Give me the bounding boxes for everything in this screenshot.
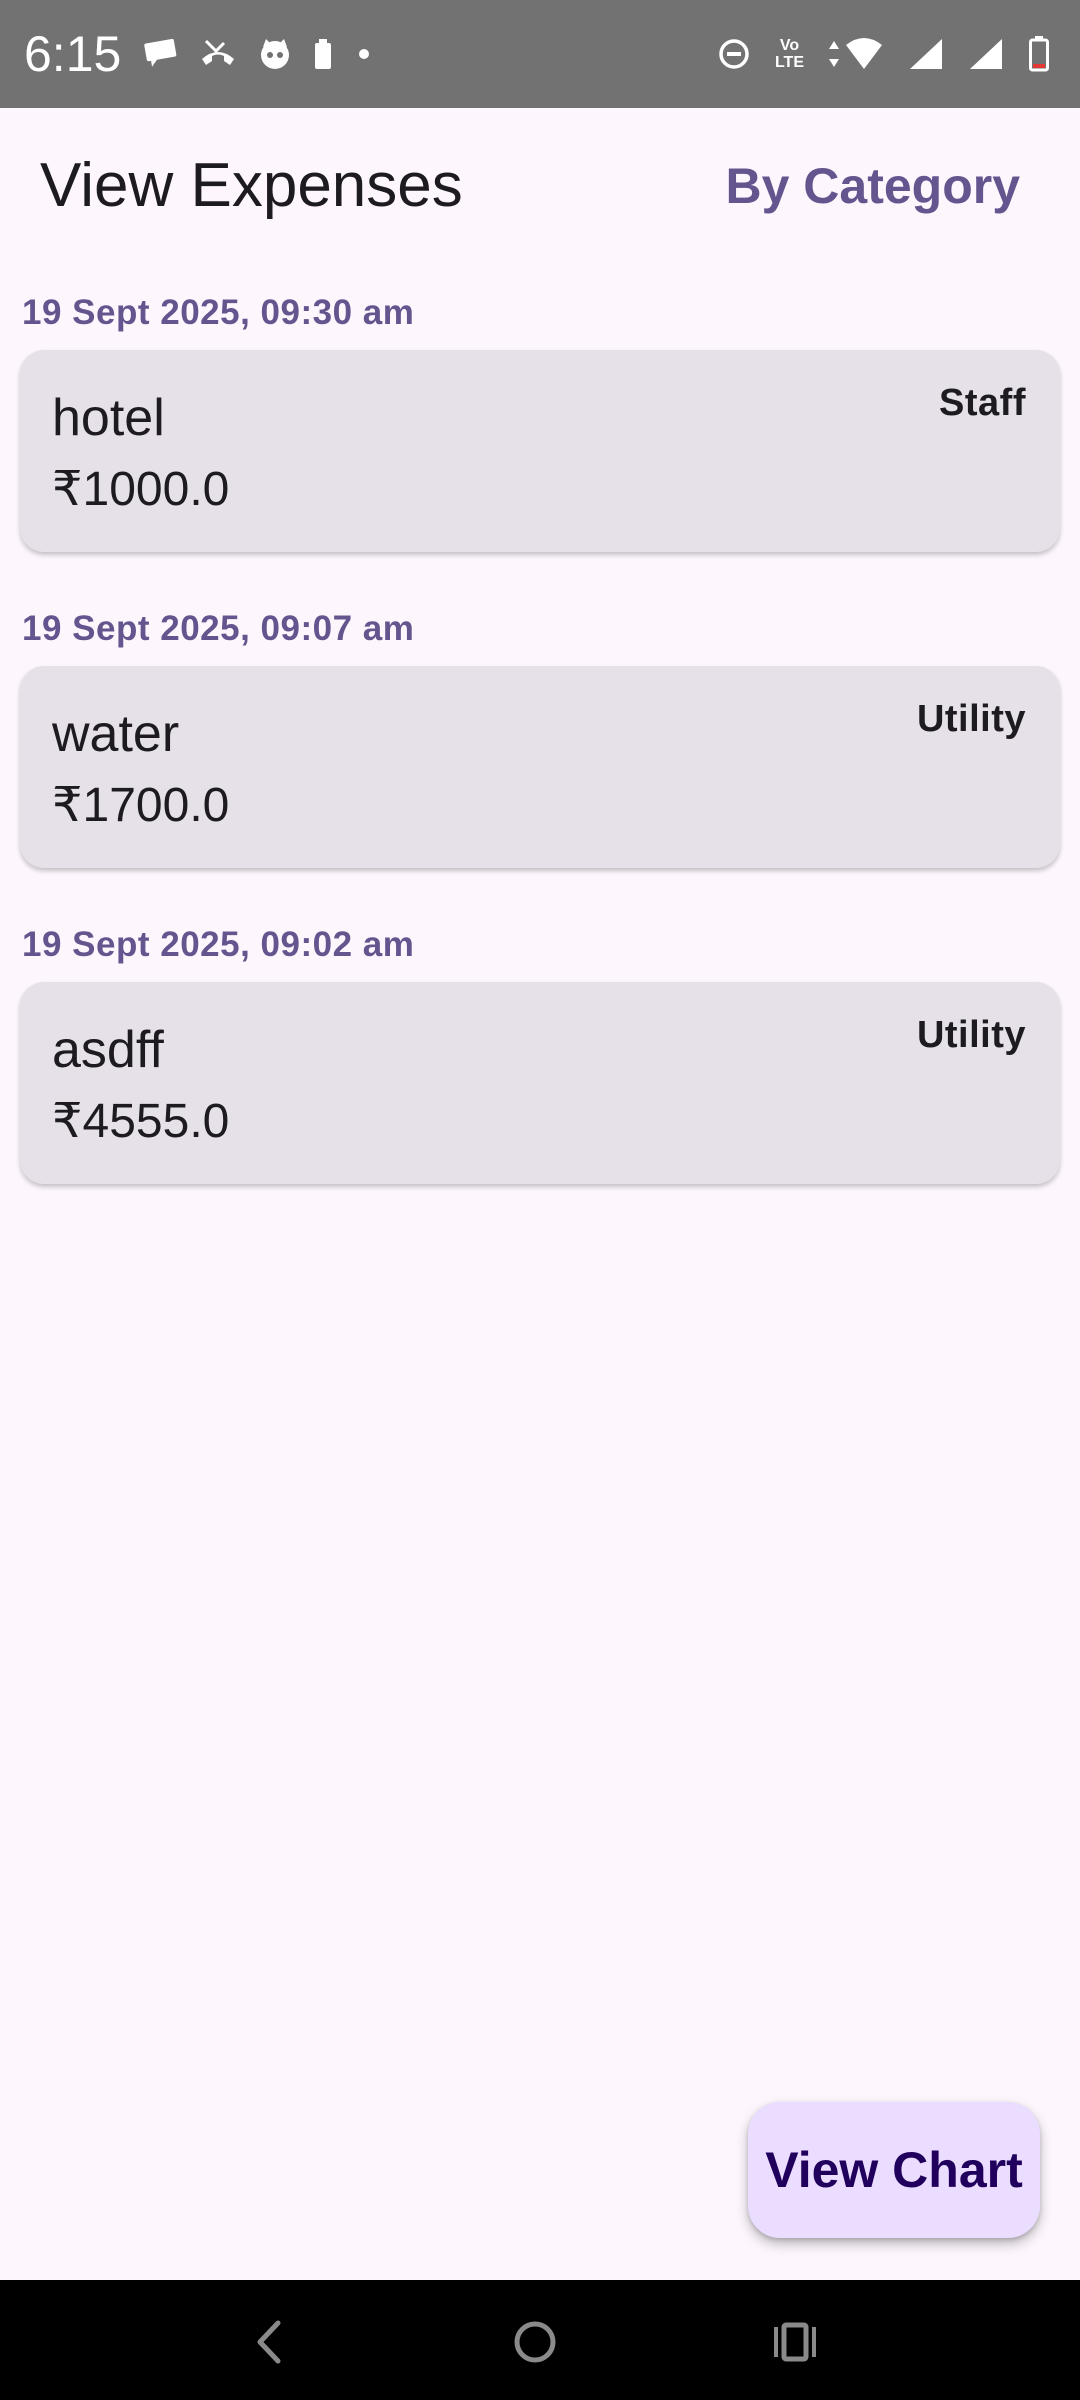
dot-icon	[354, 37, 374, 71]
expense-card[interactable]: water ₹1700.0 Utility	[20, 666, 1060, 868]
expense-amount: ₹1000.0	[52, 463, 230, 516]
status-time: 6:15	[24, 26, 122, 82]
battery-saver-icon	[312, 37, 334, 71]
expense-name: water	[52, 705, 180, 763]
notification-icons	[144, 32, 394, 76]
navigation-bar	[0, 2280, 1080, 2400]
expense-amount: ₹1700.0	[52, 779, 230, 832]
expense-category: Staff	[939, 382, 1026, 424]
expense-group: 19 Sept 2025, 09:30 am hotel ₹1000.0 Sta…	[0, 288, 1080, 604]
missed-call-icon	[198, 37, 238, 71]
battery-low-icon	[1028, 35, 1050, 73]
expense-name: asdff	[52, 1021, 164, 1079]
page-title: View Expenses	[40, 151, 463, 220]
expense-amount: ₹4555.0	[52, 1095, 230, 1148]
volte-label-bottom: LTE	[774, 54, 804, 71]
signal-icon	[968, 37, 1004, 71]
expense-date: 19 Sept 2025, 09:30 am	[22, 293, 415, 332]
home-icon[interactable]	[505, 2312, 565, 2372]
cat-icon	[258, 37, 292, 71]
expense-date: 19 Sept 2025, 09:07 am	[22, 609, 415, 648]
back-icon[interactable]	[240, 2312, 300, 2372]
expense-name: hotel	[52, 389, 165, 447]
expense-date: 19 Sept 2025, 09:02 am	[22, 925, 415, 964]
system-icons: Vo LTE	[693, 30, 1050, 78]
view-chart-button[interactable]: View Chart	[748, 2102, 1040, 2238]
expense-card[interactable]: hotel ₹1000.0 Staff	[20, 350, 1060, 552]
status-bar: 6:15 Vo LTE	[0, 0, 1080, 108]
expense-group: 19 Sept 2025, 09:02 am asdff ₹4555.0 Uti…	[0, 920, 1080, 1236]
expense-group: 19 Sept 2025, 09:07 am water ₹1700.0 Uti…	[0, 604, 1080, 920]
data-arrows-icon	[828, 37, 840, 71]
volte-icon: Vo LTE	[775, 37, 804, 71]
volte-label-top: Vo	[779, 37, 800, 54]
expense-card[interactable]: asdff ₹4555.0 Utility	[20, 982, 1060, 1184]
chat-icon	[144, 37, 178, 71]
do-not-disturb-icon	[717, 37, 751, 71]
signal-icon	[908, 37, 944, 71]
recents-icon[interactable]	[765, 2312, 825, 2372]
expense-category: Utility	[916, 1014, 1026, 1056]
expense-list: 19 Sept 2025, 09:30 am hotel ₹1000.0 Sta…	[0, 288, 1080, 1236]
wifi-icon	[844, 37, 884, 71]
expense-category: Utility	[916, 698, 1026, 740]
by-category-button[interactable]: By Category	[725, 152, 1020, 220]
